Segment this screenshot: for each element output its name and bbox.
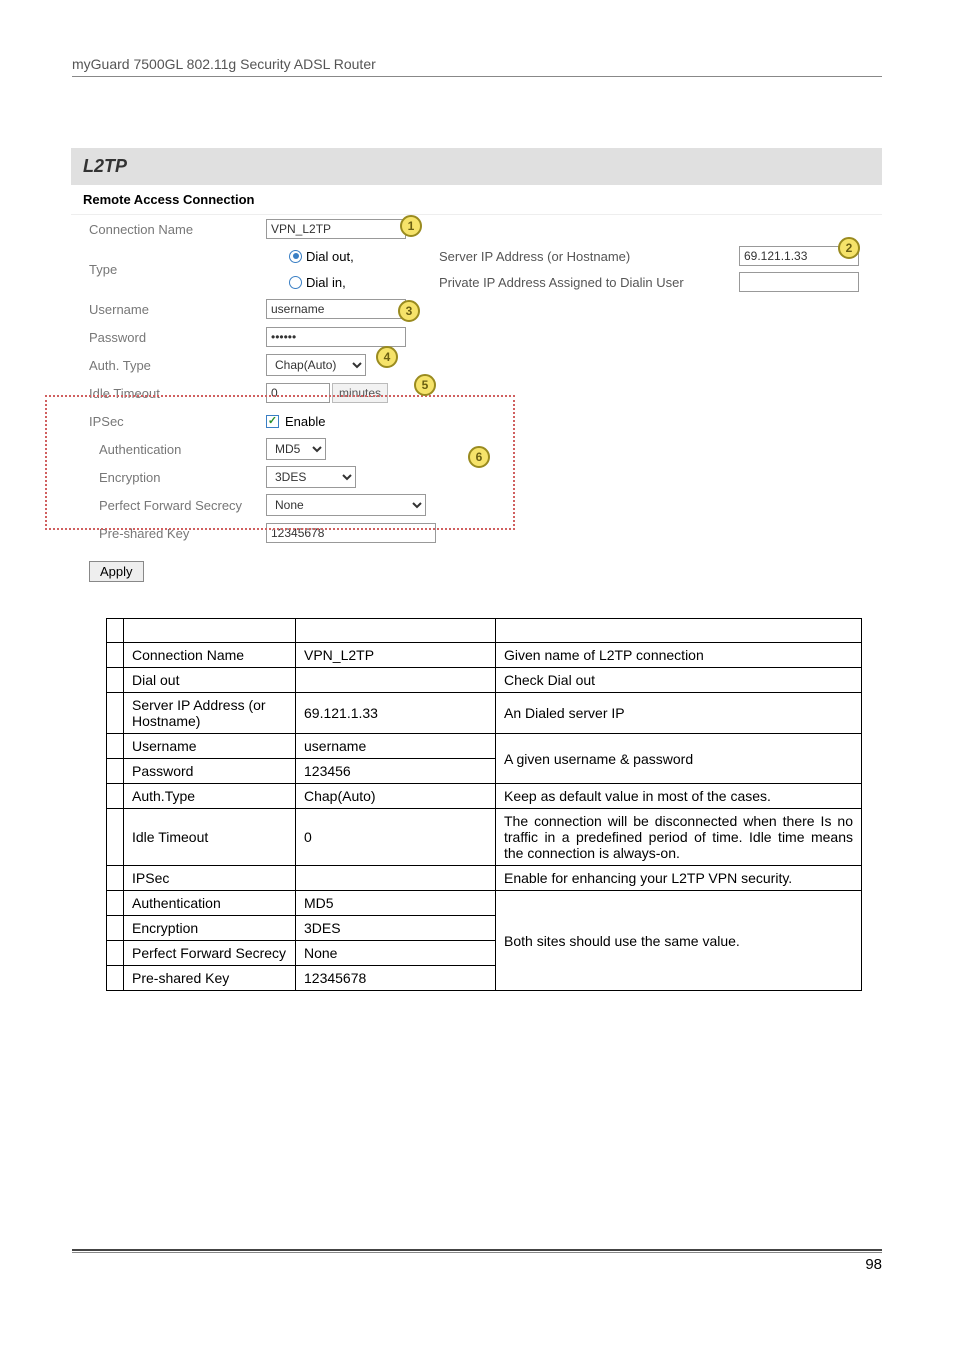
ipsec-enable-checkbox[interactable] bbox=[266, 415, 279, 428]
footer-rule-thin bbox=[72, 1252, 882, 1253]
table-row: Auth.TypeChap(Auto)Keep as default value… bbox=[107, 784, 862, 809]
encryption-label: Encryption bbox=[71, 470, 266, 485]
dial-out-label: Dial out, bbox=[306, 249, 354, 264]
authentication-select[interactable]: MD5 bbox=[266, 438, 326, 460]
table-row: Dial outCheck Dial out bbox=[107, 668, 862, 693]
apply-button[interactable]: Apply bbox=[89, 561, 144, 582]
pfs-select[interactable]: None bbox=[266, 494, 426, 516]
callout-5: 5 bbox=[414, 374, 436, 396]
panel-title: L2TP bbox=[71, 148, 882, 185]
connection-name-label: Connection Name bbox=[71, 222, 266, 237]
header-rule bbox=[72, 76, 882, 77]
footer-rule-thick bbox=[72, 1249, 882, 1251]
type-label: Type bbox=[71, 246, 266, 292]
ipsec-label: IPSec bbox=[71, 414, 266, 429]
private-ip-input[interactable] bbox=[739, 272, 859, 292]
callout-6: 6 bbox=[468, 446, 490, 468]
pfs-label: Perfect Forward Secrecy bbox=[71, 498, 266, 513]
table-row: Server IP Address (or Hostname)69.121.1.… bbox=[107, 693, 862, 734]
dial-out-radio[interactable] bbox=[289, 250, 302, 263]
auth-type-select[interactable]: Chap(Auto) bbox=[266, 354, 366, 376]
table-row: UsernameusernameA given username & passw… bbox=[107, 734, 862, 759]
ipsec-enable-label: Enable bbox=[285, 414, 325, 429]
callout-2: 2 bbox=[838, 237, 860, 259]
password-input[interactable] bbox=[266, 327, 406, 347]
idle-timeout-label: Idle Timeout bbox=[71, 386, 266, 401]
table-row: Connection NameVPN_L2TPGiven name of L2T… bbox=[107, 643, 862, 668]
l2tp-panel: L2TP Remote Access Connection Connection… bbox=[71, 148, 882, 592]
encryption-select[interactable]: 3DES bbox=[266, 466, 356, 488]
psk-input[interactable] bbox=[266, 523, 436, 543]
table-row: AuthenticationMD5Both sites should use t… bbox=[107, 891, 862, 916]
server-ip-label: Server IP Address (or Hostname) bbox=[439, 249, 729, 264]
authentication-label: Authentication bbox=[71, 442, 266, 457]
private-ip-label: Private IP Address Assigned to Dialin Us… bbox=[439, 275, 729, 290]
dial-in-label: Dial in, bbox=[306, 275, 346, 290]
dial-in-radio[interactable] bbox=[289, 276, 302, 289]
connection-name-input[interactable] bbox=[266, 219, 406, 239]
idle-timeout-input[interactable] bbox=[266, 383, 330, 403]
callout-3: 3 bbox=[398, 300, 420, 322]
psk-label: Pre-shared Key bbox=[71, 526, 266, 541]
callout-4: 4 bbox=[376, 346, 398, 368]
section-header: Remote Access Connection bbox=[71, 185, 882, 215]
table-row: IPSecEnable for enhancing your L2TP VPN … bbox=[107, 866, 862, 891]
auth-type-label: Auth. Type bbox=[71, 358, 266, 373]
callout-1: 1 bbox=[400, 215, 422, 237]
username-label: Username bbox=[71, 302, 266, 317]
password-label: Password bbox=[71, 330, 266, 345]
idle-timeout-unit: minutes bbox=[332, 383, 388, 403]
page-header: myGuard 7500GL 802.11g Security ADSL Rou… bbox=[72, 56, 376, 72]
page-number: 98 bbox=[865, 1256, 882, 1273]
username-input[interactable] bbox=[266, 299, 406, 319]
description-table: Connection NameVPN_L2TPGiven name of L2T… bbox=[106, 618, 862, 991]
table-row: Idle Timeout0The connection will be disc… bbox=[107, 809, 862, 866]
